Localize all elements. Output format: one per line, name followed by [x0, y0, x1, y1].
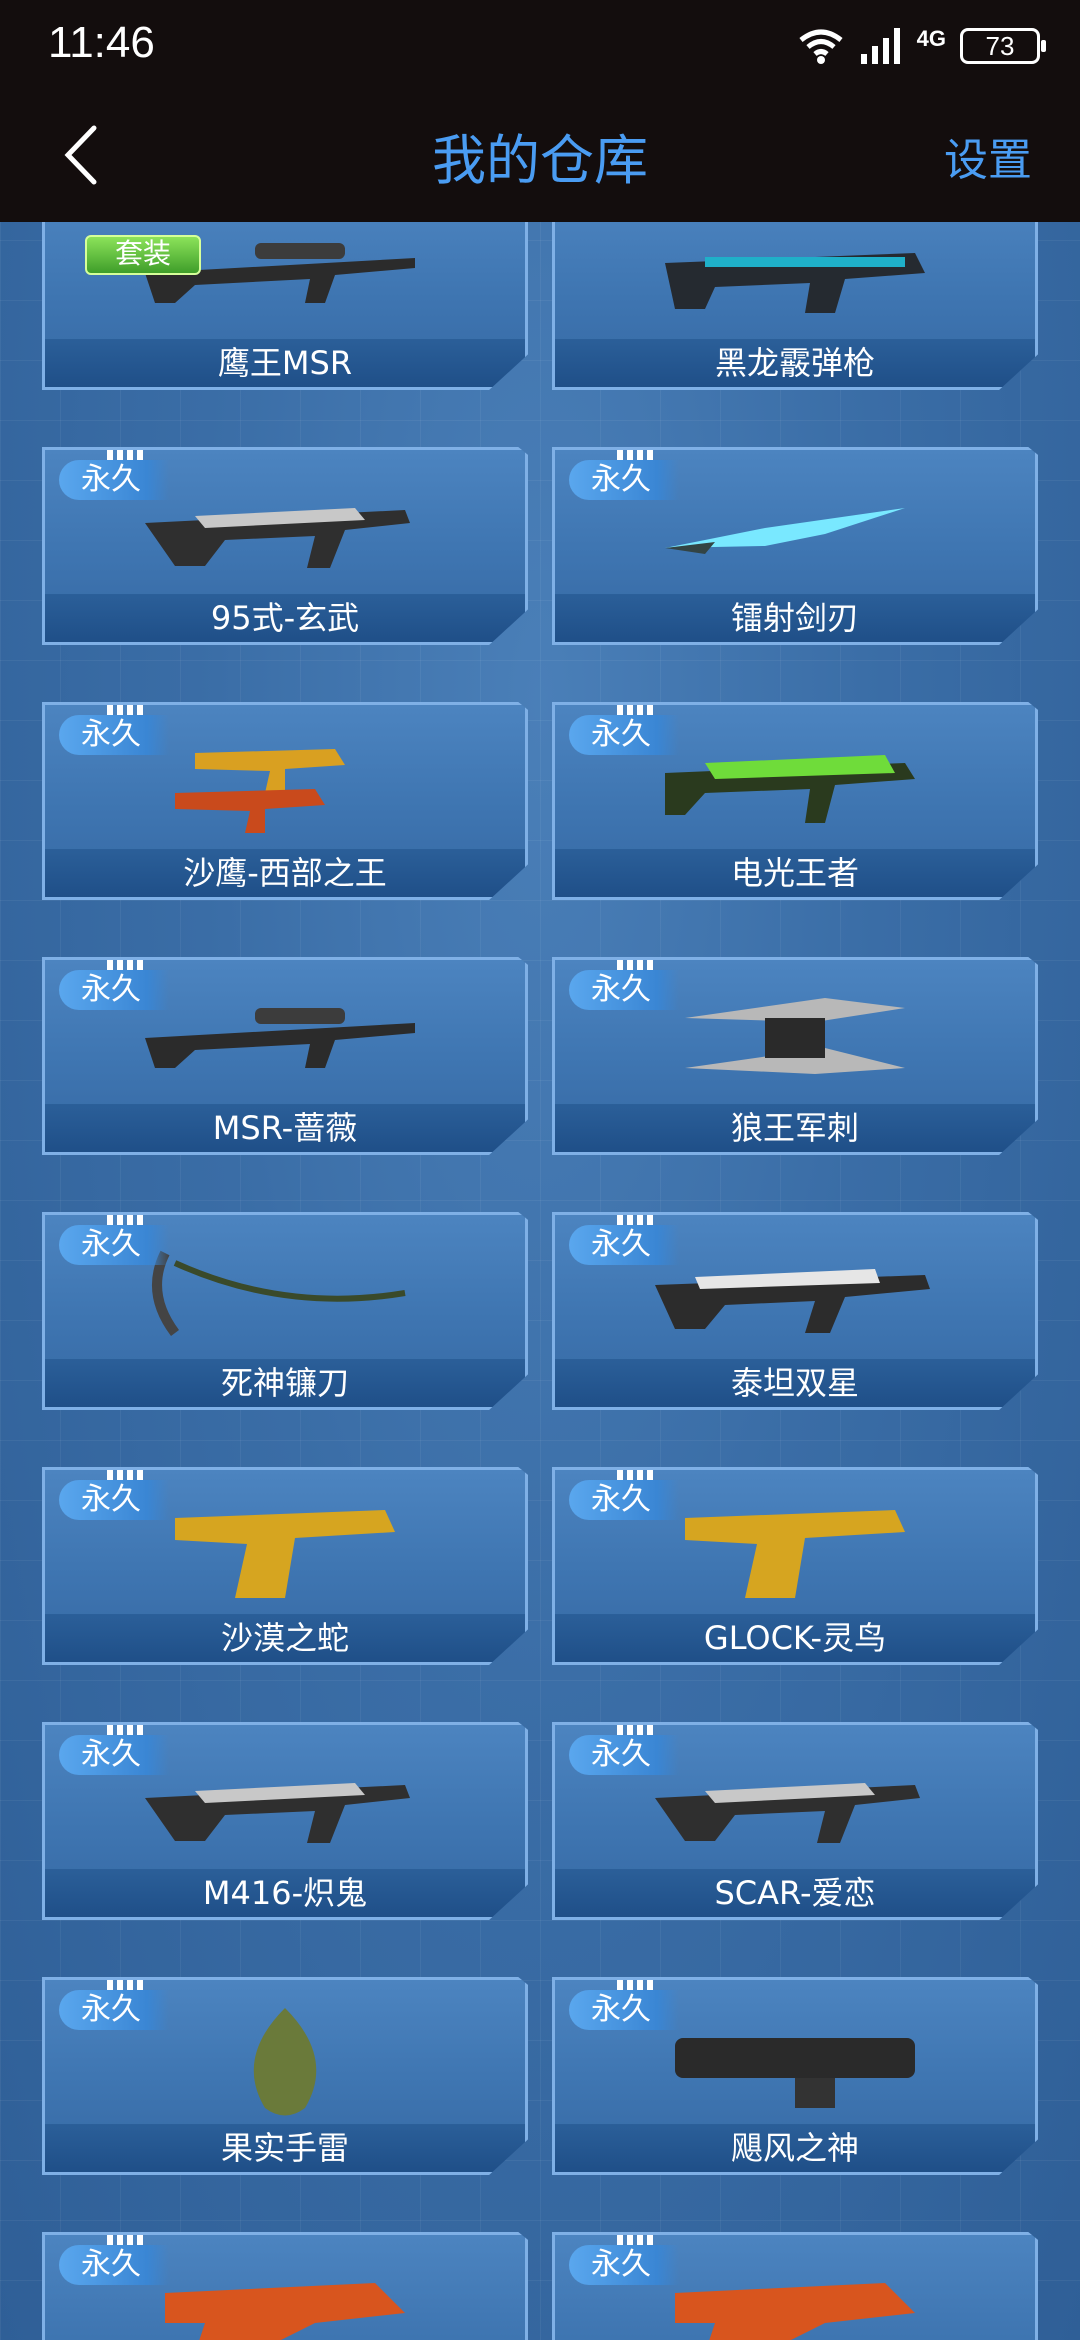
rifle-icon — [655, 1269, 930, 1333]
inventory-card[interactable]: 永久 MSR-蔷薇 — [42, 957, 528, 1155]
heavy-gun-icon — [675, 2038, 915, 2108]
inventory-card[interactable]: 永久果实手雷 — [42, 1977, 528, 2175]
item-name: 95式-玄武 — [210, 599, 360, 637]
item-name: 飓风之神 — [730, 2129, 859, 2167]
status-bar: 11:46 4G 73 — [0, 0, 1080, 92]
battery-level: 73 — [985, 30, 1015, 61]
assault-rifle-icon — [145, 1783, 410, 1843]
inventory-card[interactable]: 永久死神镰刀 — [42, 1212, 528, 1410]
inventory-card[interactable]: 永久 — [42, 2232, 528, 2340]
item-name: 电光王者 — [730, 854, 859, 892]
permanent-badge: 永久 — [59, 1225, 169, 1265]
network-type: 4G — [916, 26, 946, 51]
item-name: 鹰王MSR — [217, 344, 353, 382]
permanent-badge: 永久 — [569, 1480, 679, 1520]
inventory-card[interactable]: 永久镭射剑刃 — [552, 447, 1038, 645]
grenade-icon — [253, 2008, 317, 2116]
smg-icon — [665, 755, 915, 823]
status-time: 11:46 — [48, 18, 155, 67]
inventory-card[interactable]: 永久泰坦双星 — [552, 1212, 1038, 1410]
permanent-badge: 永久 — [569, 460, 679, 500]
inventory-card[interactable]: 永久沙鹰-西部之王 — [42, 702, 528, 900]
item-name: 泰坦双星 — [730, 1364, 859, 1402]
scythe-icon — [152, 1250, 406, 1336]
permanent-badge: 永久 — [59, 970, 169, 1010]
inventory-card[interactable]: 永久 SCAR-爱恋 — [552, 1722, 1038, 1920]
pistol-icon — [685, 1510, 905, 1598]
signal-icon — [860, 28, 900, 64]
permanent-badge: 永久 — [569, 2245, 679, 2285]
item-name: MSR-蔷薇 — [212, 1109, 358, 1147]
dual-pistols-icon — [175, 749, 345, 833]
inventory-grid: 套装 鹰王MSR 黑龙霰弹枪 永久 95式-玄武 永久 镭射剑刃 永久 沙鹰-西部之王 永久 电光王… — [0, 222, 1080, 2340]
shotgun-icon — [665, 253, 925, 313]
permanent-badge: 永久 — [59, 2245, 169, 2285]
top-nav: 我的仓库 设置 — [0, 92, 1080, 222]
item-name: 沙漠之蛇 — [220, 1619, 349, 1657]
pistol-icon — [175, 1510, 395, 1598]
permanent-badge: 永久 — [569, 1735, 679, 1775]
wifi-icon — [799, 29, 843, 64]
assault-rifle-icon — [655, 1783, 920, 1843]
inventory-card[interactable]: 永久 — [552, 2232, 1038, 2340]
permanent-badge: 永久 — [569, 970, 679, 1010]
item-name: 狼王军刺 — [730, 1109, 859, 1147]
inventory-card[interactable]: 永久狼王军刺 — [552, 957, 1038, 1155]
item-name: 黑龙霰弹枪 — [714, 344, 875, 382]
page-title: 我的仓库 — [432, 129, 648, 192]
knuckle-blade-icon — [675, 2283, 915, 2340]
knuckle-blade-icon — [165, 2283, 405, 2340]
permanent-badge: 永久 — [59, 715, 169, 755]
inventory-card[interactable]: 永久 95式-玄武 — [42, 447, 528, 645]
laser-blade-icon — [665, 508, 905, 554]
permanent-badge: 永久 — [569, 1225, 679, 1265]
inventory-card[interactable]: 黑龙霰弹枪 — [552, 222, 1038, 390]
battery-icon: 73 — [960, 28, 1046, 64]
item-name: 沙鹰-西部之王 — [183, 854, 387, 892]
item-name: 果实手雷 — [220, 2129, 349, 2167]
inventory-card[interactable]: 永久 M416-炽鬼 — [42, 1722, 528, 1920]
item-name: SCAR-爱恋 — [714, 1874, 876, 1912]
permanent-badge: 永久 — [569, 1990, 679, 2030]
permanent-badge: 永久 — [59, 1480, 169, 1520]
permanent-badge: 永久 — [59, 1735, 169, 1775]
sniper-rifle-icon — [145, 1008, 415, 1068]
blades-icon — [685, 998, 905, 1074]
settings-button[interactable]: 设置 — [944, 124, 1032, 188]
item-name: M416-炽鬼 — [202, 1874, 368, 1912]
inventory-card[interactable]: 套装鹰王MSR — [42, 222, 528, 390]
item-name: GLOCK-灵鸟 — [703, 1619, 887, 1657]
assault-rifle-icon — [145, 508, 410, 568]
inventory-card[interactable]: 永久电光王者 — [552, 702, 1038, 900]
inventory-card[interactable]: 永久沙漠之蛇 — [42, 1467, 528, 1665]
item-name: 镭射剑刃 — [730, 599, 859, 637]
inventory-card[interactable]: 永久飓风之神 — [552, 1977, 1038, 2175]
permanent-badge: 永久 — [569, 715, 679, 755]
item-name: 死神镰刀 — [220, 1364, 349, 1402]
permanent-badge: 永久 — [59, 1990, 169, 2030]
status-icons: 4G 73 — [797, 20, 1046, 72]
permanent-badge: 永久 — [59, 460, 169, 500]
inventory-card[interactable]: 永久 GLOCK-灵鸟 — [552, 1467, 1038, 1665]
suit-badge: 套装 — [85, 235, 201, 275]
